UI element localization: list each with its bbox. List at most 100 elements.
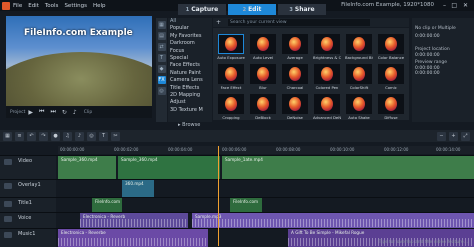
graphic-icon[interactable]: ◆ <box>157 65 166 73</box>
track-header: Video <box>0 156 56 179</box>
sound-mixer-icon[interactable]: ♫ <box>63 131 72 141</box>
effect-thumbnail[interactable]: DeBlock <box>249 94 277 120</box>
title-clip[interactable]: FileInfo.com <box>230 198 262 212</box>
effect-thumbnail[interactable]: Diffuse <box>377 94 405 120</box>
browse-button[interactable]: ▸ Browse <box>178 122 200 128</box>
effect-thumbnail[interactable]: Charcoal <box>281 64 309 90</box>
timeline-ruler[interactable]: 00:00:00:00 00:00:02:00 00:00:04:00 00:0… <box>58 146 474 154</box>
previous-frame-icon[interactable]: ⏮ <box>39 108 44 116</box>
tab-share[interactable]: 3 Share <box>278 4 326 15</box>
category-item[interactable]: Popular <box>168 25 212 32</box>
zoom-in-icon[interactable]: + <box>449 131 458 141</box>
menu-settings[interactable]: Settings <box>64 3 87 9</box>
effect-preview <box>378 94 404 114</box>
effect-thumbnail[interactable]: Auto Level <box>249 34 277 60</box>
video-clip[interactable]: Sample_360.mp4 <box>58 156 116 179</box>
category-item[interactable]: Face Effects <box>168 62 212 69</box>
menu-edit[interactable]: Edit <box>28 3 39 9</box>
effect-thumbnail[interactable]: Comic <box>377 64 405 90</box>
menu-file[interactable]: File <box>13 3 22 9</box>
library-search-input[interactable]: Search your current view <box>228 19 371 26</box>
music-clip[interactable]: Electronica - Reverbe <box>58 229 208 247</box>
record-icon[interactable]: ● <box>51 131 60 141</box>
redo-icon[interactable]: ↷ <box>39 131 48 141</box>
menu-tools[interactable]: Tools <box>45 3 59 9</box>
category-item[interactable]: Special <box>168 55 212 62</box>
balloon-icon <box>225 67 237 81</box>
effect-thumbnail[interactable]: Background Blur <box>345 34 373 60</box>
effect-thumbnail[interactable]: Average <box>281 34 309 60</box>
add-icon[interactable]: + <box>216 19 221 26</box>
balloon-icon <box>289 37 301 51</box>
track-header: Music1 <box>0 229 56 247</box>
next-frame-icon[interactable]: ⏭ <box>50 108 55 116</box>
media-icon[interactable]: ▦ <box>157 21 166 29</box>
title-icon[interactable]: T <box>157 54 166 62</box>
minimize-icon[interactable]: – <box>443 2 446 9</box>
video-clip[interactable]: Sample_360.mp4 <box>118 156 220 179</box>
play-icon[interactable]: ▶ <box>28 109 33 116</box>
effect-thumbnail[interactable]: Auto Exposure <box>217 34 245 60</box>
category-item[interactable]: Title Effects <box>168 85 212 92</box>
tab-edit[interactable]: 2 Edit <box>228 4 276 15</box>
category-item[interactable]: Focus <box>168 48 212 55</box>
template-icon[interactable]: ▤ <box>157 32 166 40</box>
effect-thumbnail[interactable]: Advanced DeNoise <box>313 94 341 120</box>
clip-mode-label[interactable]: Clip <box>84 110 93 115</box>
clip-label: Sample_360.mp4 <box>61 157 98 162</box>
effect-thumbnail[interactable]: Cropping <box>217 94 245 120</box>
motion-icon[interactable]: ◎ <box>157 87 166 95</box>
category-item[interactable]: 2D Mapping <box>168 92 212 99</box>
maximize-icon[interactable]: □ <box>451 2 457 9</box>
title-clip[interactable]: FileInfo.com <box>92 198 122 212</box>
category-item[interactable]: My Favorites <box>168 33 212 40</box>
auto-music-icon[interactable]: ♪ <box>75 131 84 141</box>
category-item[interactable]: 3D Texture M <box>168 107 212 114</box>
playhead[interactable] <box>218 146 219 246</box>
tab-capture[interactable]: 1 Capture <box>178 4 226 15</box>
category-item[interactable]: Nature Paint <box>168 70 212 77</box>
category-item[interactable]: Adjust <box>168 99 212 106</box>
balloon-icon <box>385 37 397 51</box>
effect-thumbnail[interactable]: Color Balance <box>377 34 405 60</box>
options-panel: No clip or Multiple 0:00:00:00 Project l… <box>412 18 474 122</box>
clip-label: A Gift To Be Simple - Mikefal Rogue <box>291 230 365 235</box>
category-item[interactable]: Darkroom <box>168 40 212 47</box>
repeat-icon[interactable]: ↻ <box>62 109 67 116</box>
subtitle-icon[interactable]: T <box>99 131 108 141</box>
effect-thumbnail[interactable]: Auto Shake <box>345 94 373 120</box>
motion-tracking-icon[interactable]: ◎ <box>87 131 96 141</box>
balloon-icon <box>321 37 333 51</box>
split-icon[interactable]: ✂ <box>111 131 120 141</box>
effect-thumbnail[interactable]: Colored Pen <box>313 64 341 90</box>
effect-thumbnail[interactable]: Brightness & Contra <box>313 34 341 60</box>
volume-icon[interactable]: ♪ <box>73 109 77 116</box>
category-item[interactable]: Camera Lens <box>168 77 212 84</box>
preview-window[interactable]: FileInfo.com Example <box>6 16 152 106</box>
effect-thumbnail[interactable]: Blur <box>249 64 277 90</box>
video-track-icon <box>4 159 12 165</box>
close-icon[interactable]: ✕ <box>463 2 468 9</box>
storyboard-view-icon[interactable]: ▦ <box>3 131 12 141</box>
transition-icon[interactable]: ⇄ <box>157 43 166 51</box>
effect-thumbnail[interactable]: ColorShift <box>345 64 373 90</box>
category-item[interactable]: All <box>168 18 212 25</box>
undo-icon[interactable]: ↶ <box>27 131 36 141</box>
effect-thumbnail[interactable]: Face Effect <box>217 64 245 90</box>
overlay-clip[interactable]: 360.mp4 <box>122 180 154 197</box>
effect-label: Color Balance <box>377 55 405 60</box>
voice-clip[interactable]: Electronica - Reverb <box>80 213 188 228</box>
menu-help[interactable]: Help <box>93 3 106 9</box>
video-clip[interactable]: Sample_1ate.mp4 <box>222 156 474 179</box>
project-mode-label[interactable]: Project <box>10 110 25 115</box>
preview-range-end[interactable]: 0:00:00:00 <box>412 71 474 76</box>
filter-icon[interactable]: FX <box>157 76 166 84</box>
fit-project-icon[interactable]: ⤢ <box>461 131 470 141</box>
voice-clip[interactable]: Sample.mp3 <box>192 213 474 228</box>
zoom-out-icon[interactable]: − <box>437 131 446 141</box>
timeline-view-icon[interactable]: ≡ <box>15 131 24 141</box>
project-location-timecode[interactable]: 0:00:00:00 <box>412 53 474 58</box>
timecode-display[interactable]: 0:00:00:00 <box>412 34 474 39</box>
track-name: Music1 <box>18 231 36 237</box>
effect-thumbnail[interactable]: DeNoise <box>281 94 309 120</box>
